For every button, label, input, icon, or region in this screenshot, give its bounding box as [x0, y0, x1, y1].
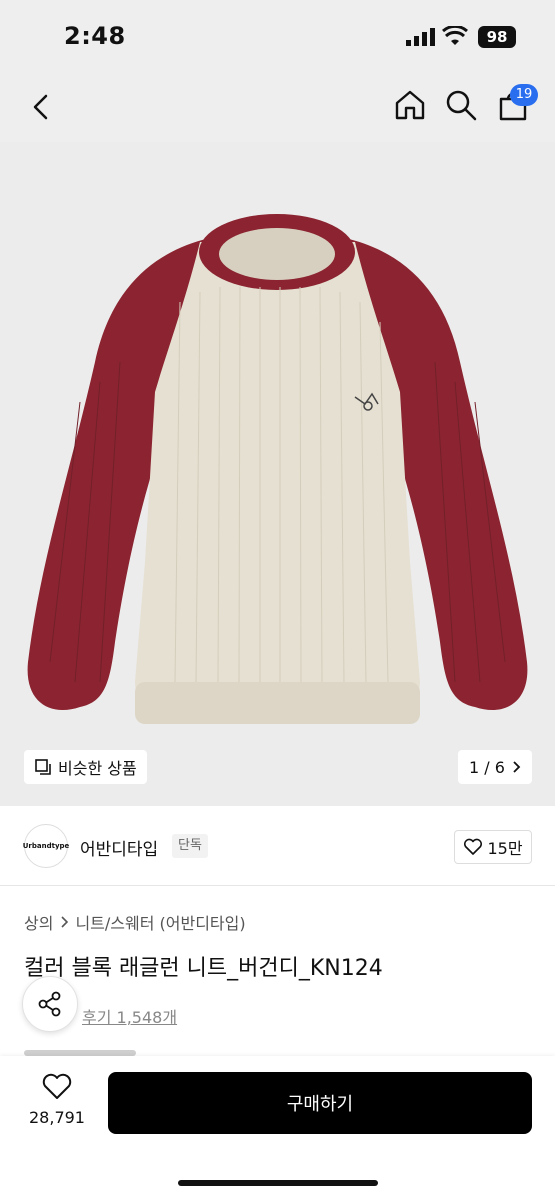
- brand-like-count: 15만: [487, 839, 523, 858]
- share-icon: [38, 991, 61, 1017]
- brand-logo[interactable]: Urbandtype: [23, 824, 69, 868]
- bottom-action-bar: 28,791 구매하기: [0, 1056, 555, 1200]
- review-link[interactable]: 후기 1,548개: [82, 1004, 177, 1028]
- image-pager[interactable]: 1 / 6: [458, 750, 532, 784]
- battery-indicator: 98: [478, 26, 516, 48]
- buy-button[interactable]: 구매하기: [108, 1072, 532, 1134]
- exclusive-badge: 단독: [172, 834, 208, 858]
- similar-products-icon: [35, 759, 51, 775]
- brand-like-button[interactable]: 15만: [454, 830, 532, 864]
- chevron-right-icon: [61, 916, 69, 928]
- top-navigation: 19: [0, 72, 555, 142]
- brand-row: Urbandtype 어반디타입 단독 15만: [0, 806, 555, 886]
- signal-icon: [406, 28, 435, 46]
- wifi-icon: [442, 26, 468, 45]
- cart-count-badge: 19: [510, 84, 538, 106]
- share-button[interactable]: [22, 976, 78, 1032]
- breadcrumb-item-category[interactable]: 상의: [24, 910, 53, 934]
- breadcrumb: 상의 니트/스웨터 (어반디타입): [24, 910, 246, 934]
- back-arrow-icon[interactable]: [26, 90, 56, 124]
- heart-icon: [464, 838, 483, 855]
- home-indicator: [178, 1180, 378, 1186]
- search-icon[interactable]: [444, 88, 478, 122]
- wishlist-button[interactable]: 28,791: [24, 1072, 90, 1127]
- status-bar: 2:48 98: [0, 0, 555, 72]
- product-title: 컬러 블록 래글런 니트_버건디_KN124: [24, 956, 383, 981]
- image-pager-text: 1 / 6: [469, 757, 505, 777]
- sweater-image: [27, 214, 528, 724]
- similar-products-label: 비슷한 상품: [58, 759, 137, 778]
- brand-name[interactable]: 어반디타입: [80, 835, 158, 860]
- wishlist-count: 28,791: [29, 1108, 85, 1127]
- similar-products-button[interactable]: 비슷한 상품: [24, 750, 147, 784]
- chevron-right-icon: [513, 761, 521, 773]
- breadcrumb-item-subcategory[interactable]: 니트/스웨터 (어반디타입): [75, 910, 245, 934]
- home-icon[interactable]: [393, 88, 427, 122]
- heart-icon: [42, 1073, 72, 1099]
- product-image[interactable]: 비슷한 상품 1 / 6: [0, 142, 555, 806]
- status-time: 2:48: [64, 22, 126, 50]
